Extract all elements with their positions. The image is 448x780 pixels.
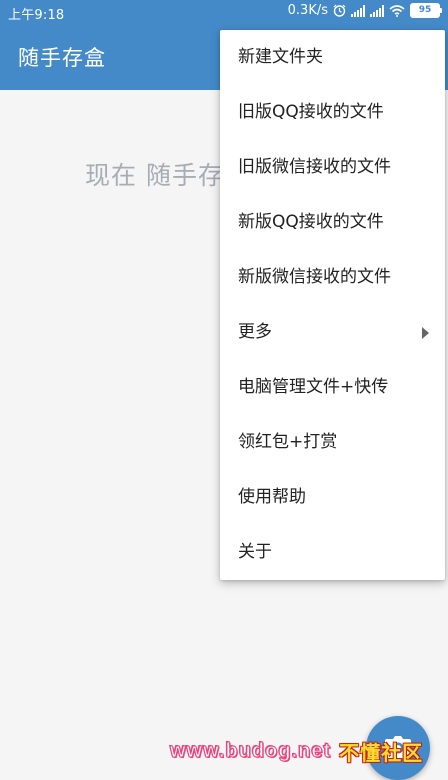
status-icons: 0.3K/s 95 bbox=[287, 3, 442, 18]
watermark-name: 不懂社区 bbox=[339, 742, 424, 765]
menu-item-new-qq-files[interactable]: 新版QQ接收的文件 bbox=[220, 195, 445, 250]
chevron-right-icon bbox=[422, 327, 429, 339]
menu-item-red-packet[interactable]: 领红包+打赏 bbox=[220, 415, 445, 470]
page-title: 随手存盒 bbox=[18, 46, 106, 70]
overflow-menu: 新建文件夹 旧版QQ接收的文件 旧版微信接收的文件 新版QQ接收的文件 新版微信… bbox=[220, 30, 445, 580]
signal-icon bbox=[370, 4, 384, 17]
status-time: 上午9:18 bbox=[8, 8, 65, 23]
menu-item-label: 更多 bbox=[238, 322, 272, 342]
watermark-url: www.budog.net bbox=[169, 739, 332, 762]
menu-item-old-qq-files[interactable]: 旧版QQ接收的文件 bbox=[220, 85, 445, 140]
wifi-icon bbox=[389, 4, 405, 17]
menu-item-label: 电脑管理文件+快传 bbox=[238, 377, 389, 397]
menu-item-about[interactable]: 关于 bbox=[220, 525, 445, 580]
menu-item-label: 新建文件夹 bbox=[238, 47, 323, 67]
menu-item-help[interactable]: 使用帮助 bbox=[220, 470, 445, 525]
menu-item-new-folder[interactable]: 新建文件夹 bbox=[220, 30, 445, 85]
menu-item-label: 新版QQ接收的文件 bbox=[238, 212, 384, 232]
menu-item-label: 关于 bbox=[238, 542, 272, 562]
alarm-icon bbox=[333, 4, 346, 17]
watermark: www.budog.net 不懂社区 bbox=[169, 738, 424, 765]
battery-icon: 95 bbox=[410, 3, 442, 18]
menu-item-label: 旧版微信接收的文件 bbox=[238, 157, 391, 177]
signal-icon bbox=[351, 4, 365, 17]
network-speed: 0.3K/s bbox=[287, 3, 328, 18]
menu-item-label: 领红包+打赏 bbox=[238, 432, 338, 452]
menu-item-label: 新版微信接收的文件 bbox=[238, 267, 391, 287]
menu-item-label: 旧版QQ接收的文件 bbox=[238, 102, 384, 122]
menu-item-label: 使用帮助 bbox=[238, 487, 306, 507]
menu-item-more[interactable]: 更多 bbox=[220, 305, 445, 360]
status-bar: 上午9:18 0.3K/s 95 bbox=[0, 0, 448, 26]
menu-item-new-wechat-files[interactable]: 新版微信接收的文件 bbox=[220, 250, 445, 305]
menu-item-pc-transfer[interactable]: 电脑管理文件+快传 bbox=[220, 360, 445, 415]
menu-item-old-wechat-files[interactable]: 旧版微信接收的文件 bbox=[220, 140, 445, 195]
